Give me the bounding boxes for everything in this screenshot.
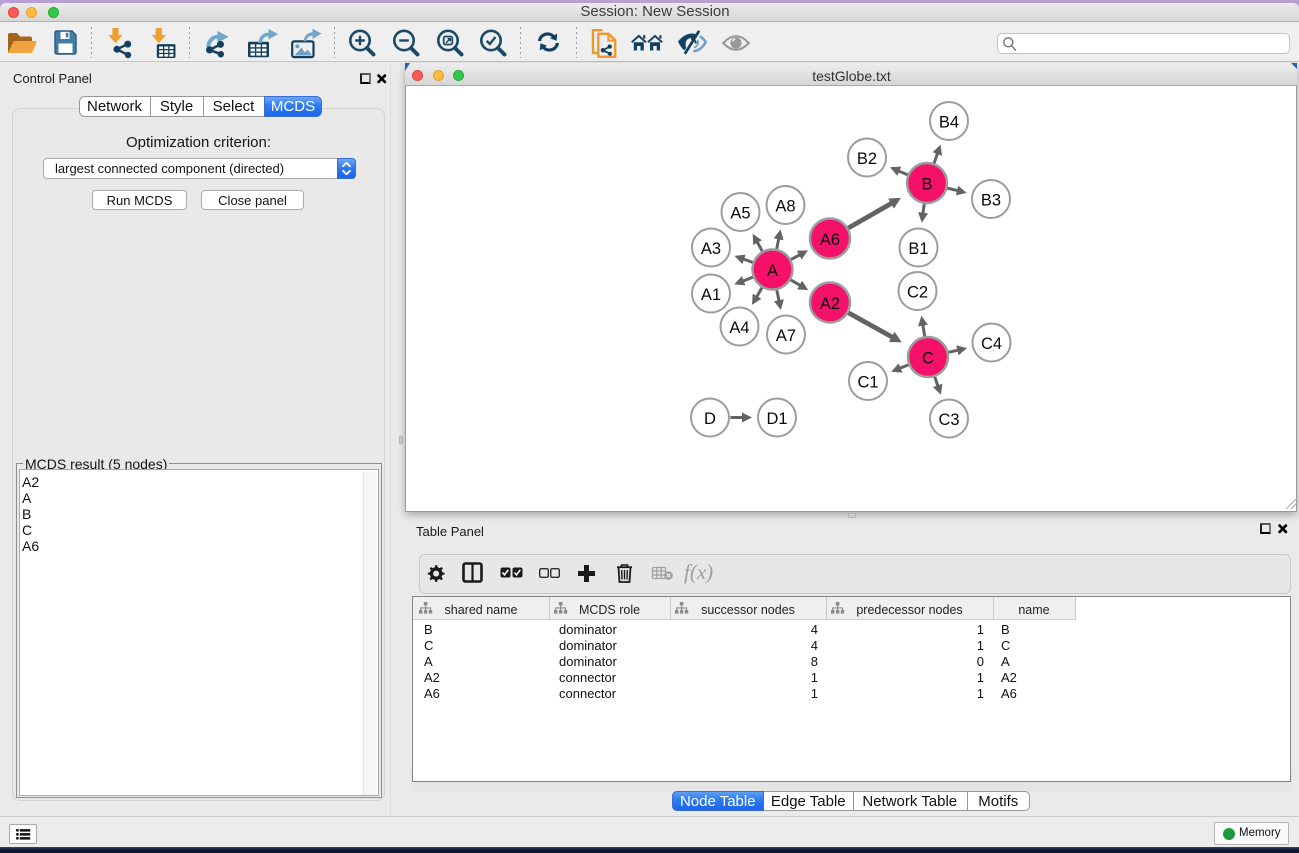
svg-text:B3: B3 xyxy=(980,191,1000,209)
svg-text:C: C xyxy=(922,349,934,367)
svg-text:A4: A4 xyxy=(729,319,749,337)
svg-text:C3: C3 xyxy=(938,411,959,429)
svg-text:C2: C2 xyxy=(906,283,927,301)
svg-text:C4: C4 xyxy=(980,335,1001,353)
svg-text:A2: A2 xyxy=(819,295,839,313)
svg-text:A8: A8 xyxy=(775,197,795,215)
svg-text:C1: C1 xyxy=(857,373,878,391)
svg-text:B2: B2 xyxy=(856,150,876,168)
svg-text:B4: B4 xyxy=(938,113,958,131)
svg-text:D: D xyxy=(704,410,716,428)
svg-text:A1: A1 xyxy=(700,286,720,304)
svg-text:A3: A3 xyxy=(700,240,720,258)
svg-text:A5: A5 xyxy=(730,204,750,222)
svg-text:A: A xyxy=(766,262,777,280)
svg-text:A7: A7 xyxy=(775,327,795,345)
svg-text:A6: A6 xyxy=(819,231,839,249)
svg-text:D1: D1 xyxy=(766,410,787,428)
svg-text:B: B xyxy=(921,175,932,193)
svg-text:B1: B1 xyxy=(908,240,928,258)
